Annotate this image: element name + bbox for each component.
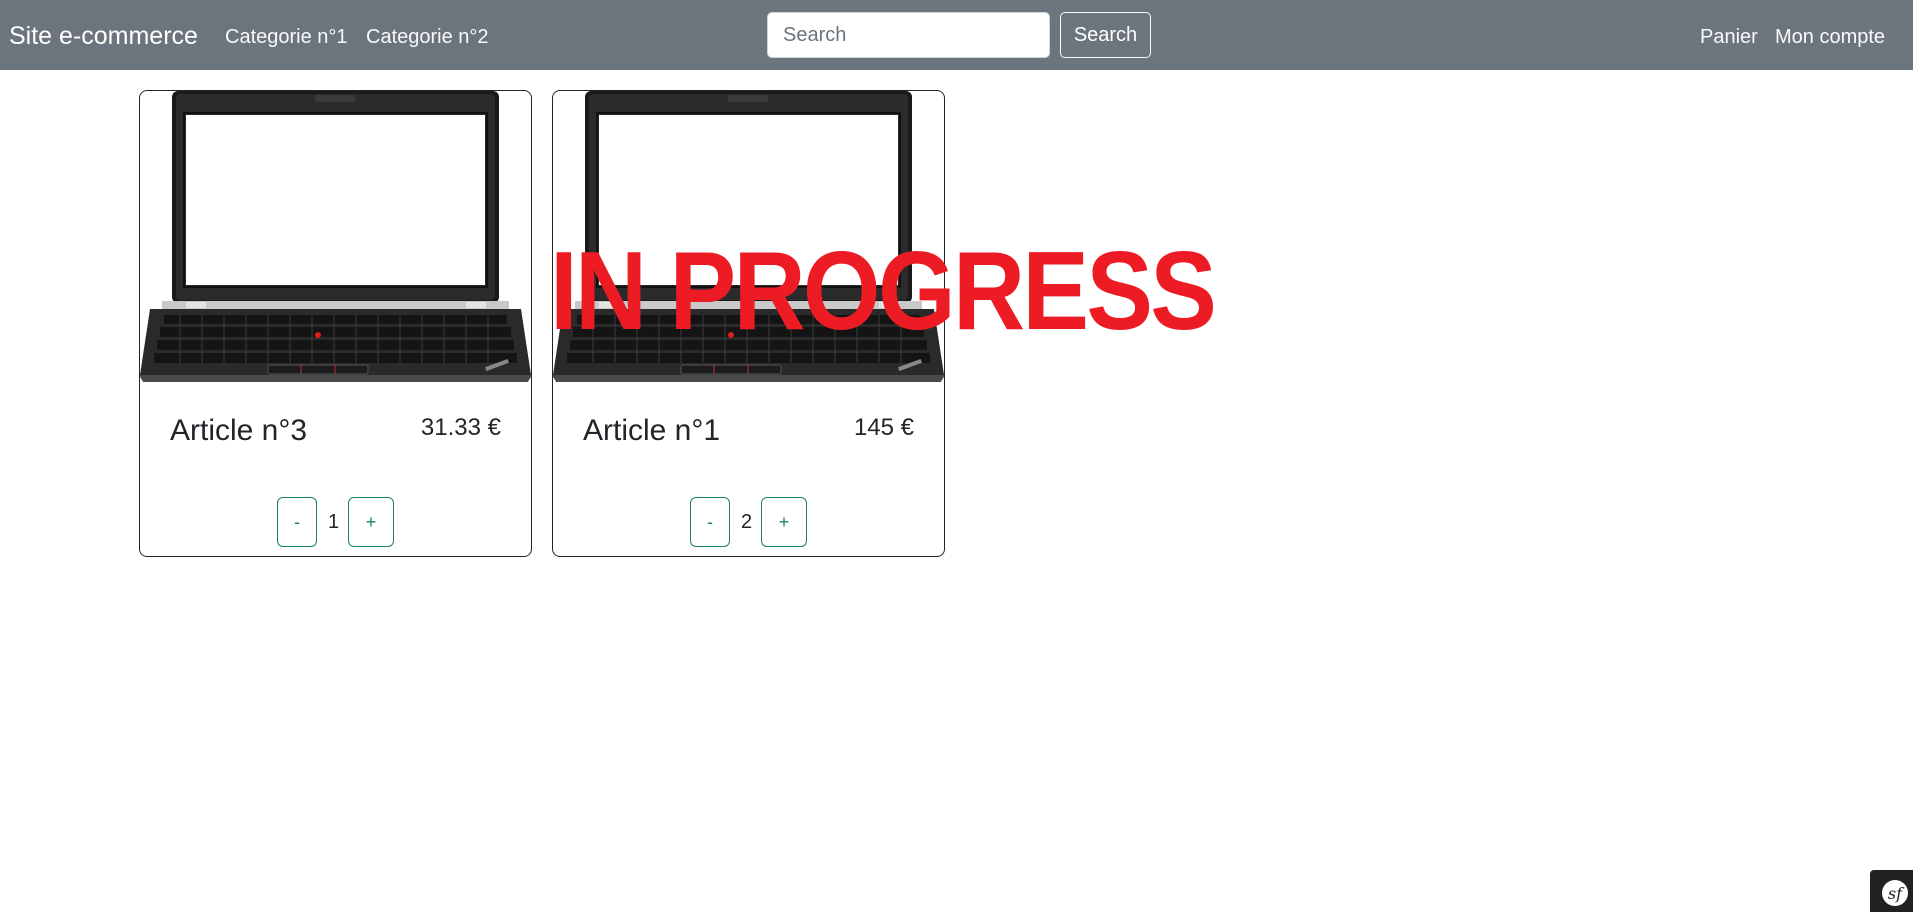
quantity-stepper: - 1 + <box>140 497 531 547</box>
nav-link-categorie-2[interactable]: Categorie n°2 <box>366 24 489 50</box>
product-title: Article n°1 <box>583 414 721 447</box>
product-card: Article n°3 31.33 € - 1 + <box>139 90 532 557</box>
quantity-value: 1 <box>328 511 340 533</box>
nav-link-panier[interactable]: Panier <box>1700 24 1758 50</box>
brand-link[interactable]: Site e-commerce <box>9 21 198 51</box>
increase-quantity-button[interactable]: + <box>761 497 807 547</box>
in-progress-overlay: IN PROGRESS <box>550 229 1217 353</box>
nav-link-categorie-1[interactable]: Categorie n°1 <box>225 24 348 50</box>
quantity-stepper: - 2 + <box>553 497 944 547</box>
nav-link-mon-compte[interactable]: Mon compte <box>1775 24 1885 50</box>
product-price: 31.33 € <box>420 414 501 441</box>
quantity-value: 2 <box>741 511 753 533</box>
decrease-quantity-button[interactable]: - <box>277 497 317 547</box>
search-input[interactable] <box>767 12 1050 58</box>
increase-quantity-button[interactable]: + <box>348 497 394 547</box>
top-navbar: Site e-commerce Categorie n°1 Categorie … <box>0 0 1913 70</box>
search-button[interactable]: Search <box>1060 12 1151 58</box>
debug-toolbar-toggle[interactable]: sf <box>1870 870 1913 912</box>
product-title: Article n°3 <box>170 414 308 447</box>
laptop-icon <box>140 91 531 382</box>
product-price: 145 € <box>853 414 914 441</box>
symfony-icon: sf <box>1882 880 1908 906</box>
decrease-quantity-button[interactable]: - <box>690 497 730 547</box>
